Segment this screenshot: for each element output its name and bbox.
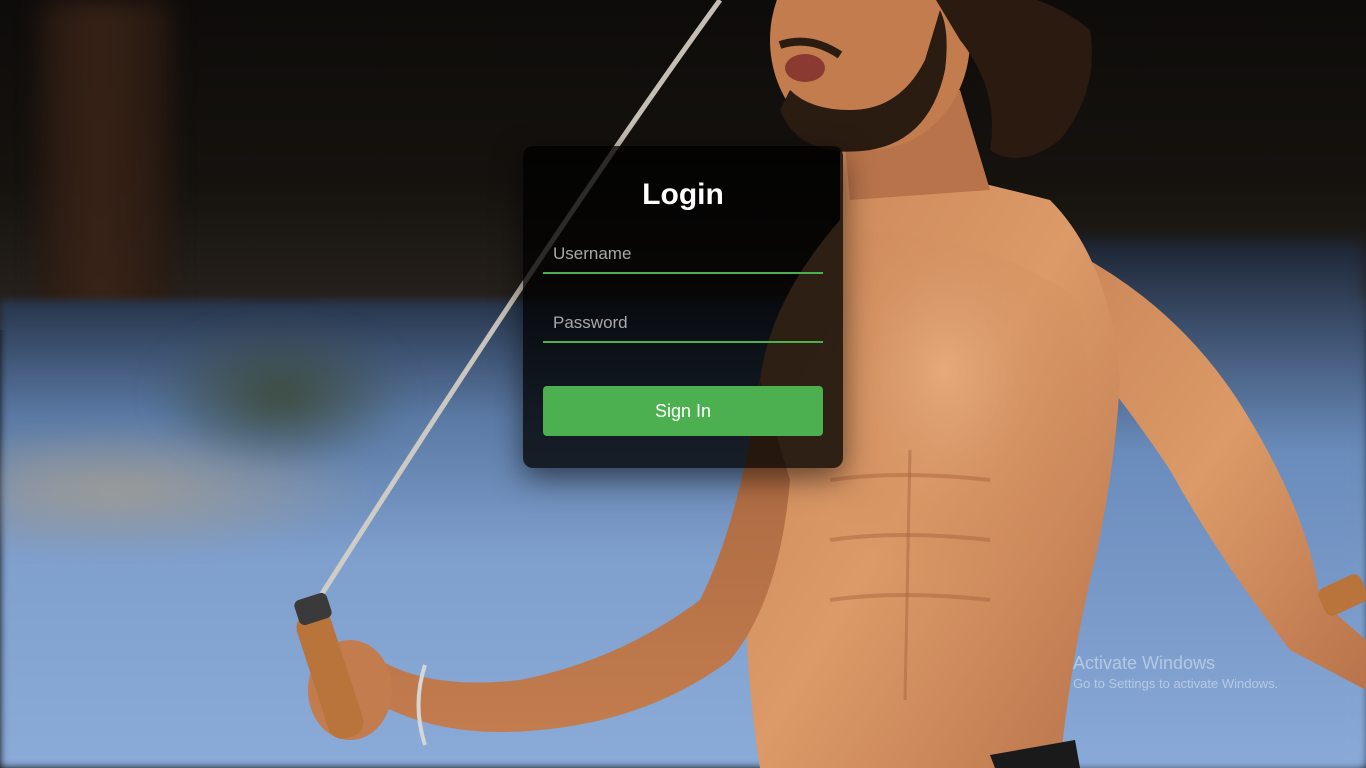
- watermark-subtitle: Go to Settings to activate Windows.: [1073, 676, 1279, 691]
- username-input[interactable]: [543, 236, 823, 274]
- sign-in-button[interactable]: Sign In: [543, 386, 823, 436]
- password-input[interactable]: [543, 305, 823, 343]
- login-page: Login Sign In Activate Windows Go to Set…: [0, 0, 1366, 768]
- activate-windows-watermark: Activate Windows Go to Settings to activ…: [1073, 652, 1278, 694]
- login-title: Login: [642, 178, 724, 211]
- login-card: Login Sign In: [523, 146, 843, 468]
- watermark-title: Activate Windows: [1073, 653, 1216, 673]
